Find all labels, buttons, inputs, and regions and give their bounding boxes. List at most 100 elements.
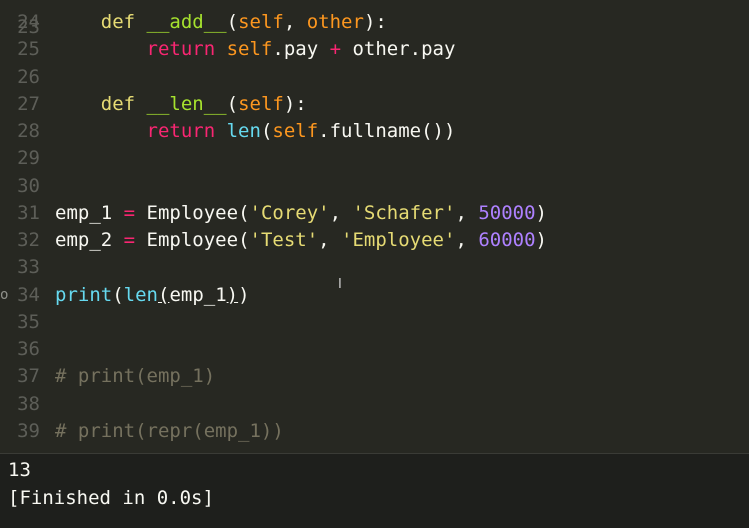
code-line[interactable]: 25 return self.pay + other.pay: [0, 36, 749, 63]
text-cursor-icon: I: [338, 277, 342, 292]
code-token: ): [226, 283, 239, 306]
code-line[interactable]: 37 # print(emp_1): [0, 363, 749, 390]
line-number: 35: [17, 310, 40, 333]
code-token: self: [238, 92, 284, 115]
code-token: .pay: [272, 38, 330, 61]
code-text[interactable]: emp_2 = Employee('Test', 'Employee', 600…: [55, 227, 547, 254]
code-token: Employee: [146, 201, 239, 224]
code-token: +: [329, 38, 342, 61]
code-token: (: [238, 201, 250, 224]
line-number: 26: [17, 65, 40, 88]
code-token: print: [55, 283, 113, 306]
code-editor[interactable]: 23 24 def __add__(self, other): 25 return…: [0, 0, 749, 453]
code-token: ): [535, 229, 547, 251]
line-number: 33: [17, 256, 40, 279]
line-number: 29: [17, 147, 40, 170]
code-token: .fullname()): [318, 120, 456, 142]
code-token: 50000: [478, 201, 536, 224]
code-token: other: [306, 11, 364, 33]
code-token: return: [146, 120, 216, 142]
code-token: ): [238, 283, 250, 306]
code-text[interactable]: emp_1 = Employee('Corey', 'Schafer', 500…: [55, 200, 547, 227]
code-line[interactable]: o 34 print(len(emp_1)): [0, 282, 749, 309]
code-token: ,: [455, 229, 479, 251]
code-token: (: [226, 11, 239, 33]
code-token: len: [123, 283, 158, 306]
code-text[interactable]: def __len__(self):: [55, 91, 307, 118]
line-number: 32: [17, 229, 40, 251]
line-number: 36: [17, 338, 40, 360]
build-output-panel[interactable]: 13 [Finished in 0.0s]: [0, 453, 749, 528]
code-token: ): [535, 201, 547, 224]
code-token: (: [157, 283, 170, 306]
code-line[interactable]: 29: [0, 145, 749, 172]
code-token: (: [112, 283, 124, 306]
code-token: (: [260, 120, 273, 142]
code-token: emp_1: [169, 283, 227, 306]
code-line[interactable]: 30: [0, 173, 749, 200]
line-number: 28: [17, 120, 40, 142]
code-token: 'Employee': [341, 229, 456, 251]
code-text[interactable]: # print(repr(emp_1)): [55, 418, 284, 445]
line-number: 34: [17, 283, 40, 306]
code-line[interactable]: 39 # print(repr(emp_1)): [0, 418, 749, 445]
code-text[interactable]: # print(emp_1): [55, 363, 215, 390]
code-token: return: [146, 38, 216, 61]
code-text[interactable]: return self.pay + other.pay: [55, 36, 456, 63]
code-token: # print(emp_1): [55, 365, 216, 388]
code-token: 'Corey': [249, 201, 330, 224]
code-text[interactable]: print(len(emp_1)): [55, 282, 250, 309]
line-number: 38: [17, 392, 40, 415]
code-token: self: [272, 120, 319, 142]
code-token: ):: [363, 11, 387, 33]
code-token: __len__: [146, 92, 227, 115]
line-number: 31: [17, 201, 40, 224]
line-number: 30: [17, 174, 40, 197]
code-token: (: [226, 92, 239, 115]
code-line[interactable]: 24 def __add__(self, other):: [0, 9, 749, 36]
code-token: __add__: [146, 11, 227, 33]
code-line[interactable]: 38: [0, 391, 749, 418]
output-line-result: 13: [8, 459, 31, 481]
code-text[interactable]: def __add__(self, other):: [55, 9, 387, 36]
code-token: emp_2: [55, 229, 124, 251]
code-token: self: [226, 38, 273, 61]
code-line[interactable]: 35: [0, 309, 749, 336]
line-number: 27: [17, 92, 40, 115]
code-line[interactable]: 31 emp_1 = Employee('Corey', 'Schafer', 5…: [0, 200, 749, 227]
code-line[interactable]: 26: [0, 64, 749, 91]
code-token: ,: [455, 201, 479, 224]
line-number: 25: [17, 38, 40, 61]
code-line[interactable]: 36: [0, 336, 749, 363]
code-line[interactable]: 33: [0, 254, 749, 281]
code-token: Employee: [146, 229, 239, 251]
code-token: (: [238, 229, 250, 251]
code-token: 'Test': [249, 229, 319, 251]
code-line[interactable]: 32 emp_2 = Employee('Test', 'Employee', 6…: [0, 227, 749, 254]
code-token: 'Schafer': [352, 201, 456, 224]
code-token: ):: [283, 92, 307, 115]
line-number: 24: [17, 11, 40, 33]
code-token: =: [123, 201, 136, 224]
code-line[interactable]: 28 return len(self.fullname()): [0, 118, 749, 145]
code-token: def: [100, 92, 136, 115]
code-token: other.pay: [341, 38, 456, 61]
code-token: =: [123, 229, 136, 251]
code-token: 60000: [478, 229, 536, 251]
code-line[interactable]: 27 def __len__(self):: [0, 91, 749, 118]
code-token: len: [226, 120, 261, 142]
code-token: emp_1: [55, 201, 124, 224]
code-token: ,: [329, 201, 353, 224]
code-text[interactable]: return len(self.fullname()): [55, 118, 456, 145]
code-token: def: [100, 11, 136, 33]
